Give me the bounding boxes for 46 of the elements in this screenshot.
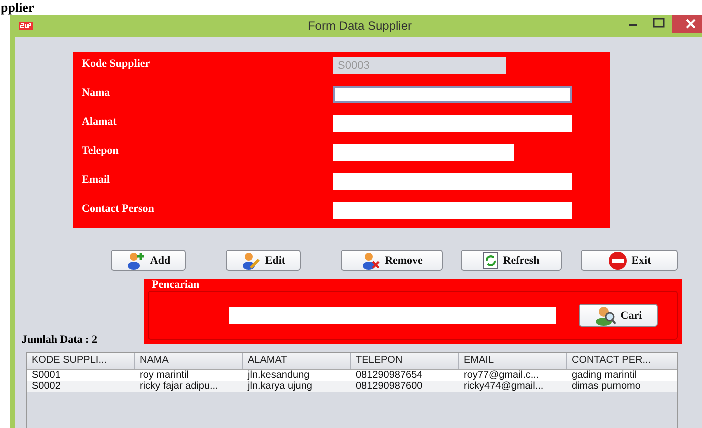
field-label: Email [82, 173, 112, 186]
user-plus-icon [126, 252, 146, 270]
table-cell-text: jln.karya ujung [246, 381, 314, 392]
column-header[interactable]: EMAIL [459, 353, 567, 369]
field-label: Nama [82, 86, 112, 99]
table-cell-text: dimas purnomo [571, 381, 642, 392]
table-cell-text: ricky fajar adipu... [139, 381, 220, 392]
table-cell-text: 081290987654 [355, 370, 424, 381]
column-header[interactable]: NAMA [135, 353, 243, 369]
table-cell-text: ricky474@gmail... [463, 381, 545, 392]
close-icon [686, 19, 696, 29]
field-label: Contact Person [82, 202, 156, 215]
edit-button[interactable]: Edit [226, 250, 301, 271]
refresh-button[interactable]: Refresh [461, 250, 562, 271]
record-count: Jumlah Data : 2 [22, 334, 98, 346]
window-title: Form Data Supplier [308, 19, 412, 33]
table-cell-text: 081290987600 [355, 381, 424, 392]
search-button[interactable]: Cari [579, 304, 658, 327]
search-field[interactable] [229, 307, 556, 324]
close-button[interactable] [672, 15, 702, 33]
table-cell-text: jln.kesandung [246, 370, 311, 381]
user-search-icon [594, 306, 617, 326]
field-label: Kode Supplier [82, 57, 152, 70]
user-cross-icon [361, 252, 382, 270]
column-header[interactable]: CONTACT PER... [567, 353, 677, 369]
column-header[interactable]: KODE SUPPLI... [27, 353, 135, 369]
table-cell-text: gading marintil [571, 370, 638, 381]
field-label: Alamat [82, 115, 118, 128]
page-heading: pplier [0, 0, 34, 15]
remove-button[interactable]: Remove [341, 250, 443, 271]
add-button[interactable]: Add [111, 250, 186, 271]
input-field[interactable] [333, 86, 572, 103]
table-cell-text: roy77@gmail.c... [463, 370, 540, 381]
search-panel-title: Pencarian [151, 279, 201, 291]
table-cell-text: roy marintil [139, 370, 190, 381]
field-label: Telepon [82, 144, 120, 157]
column-header[interactable]: TELEPON [351, 353, 459, 369]
column-header[interactable]: ALAMAT [243, 353, 351, 369]
table-cell-text: S0001 [31, 370, 62, 381]
refresh-icon [483, 252, 500, 270]
app-icon [19, 22, 33, 30]
stop-icon [608, 250, 628, 270]
table-cell-text: S0002 [31, 381, 62, 392]
exit-button[interactable]: Exit [581, 250, 678, 271]
maximize-icon [653, 18, 665, 28]
user-pencil-icon [241, 252, 262, 270]
